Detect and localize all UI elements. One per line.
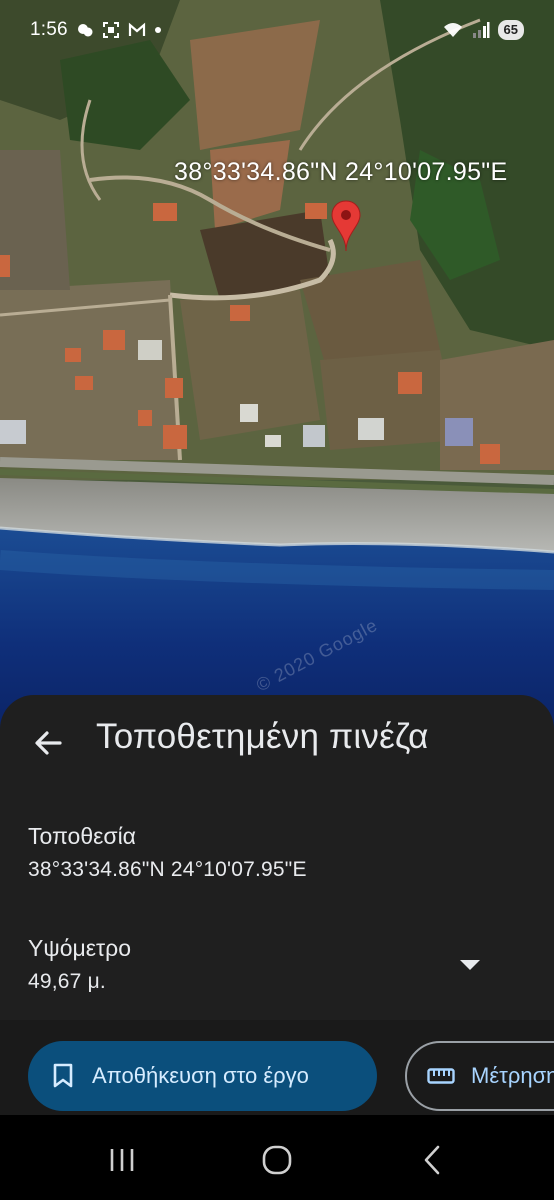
measure-button[interactable]: Μέτρηση	[405, 1041, 554, 1111]
home-icon	[262, 1145, 292, 1175]
location-value[interactable]: 38°33'34.86"N 24°10'07.95"E	[28, 858, 307, 882]
sheet-header: Τοποθετημένη πινέζα	[0, 695, 554, 795]
sheet-title: Τοποθετημένη πινέζα	[96, 717, 429, 756]
placed-pin-sheet: Τοποθετημένη πινέζα Τοποθεσία 38°33'34.8…	[0, 695, 554, 1115]
elevation-expand-button[interactable]	[452, 950, 488, 980]
gmail-icon	[128, 22, 145, 36]
arrow-back-icon	[35, 731, 62, 755]
status-time: 1:56	[30, 19, 68, 40]
elevation-value: 49,67 μ.	[28, 970, 106, 993]
dot-icon	[154, 27, 161, 33]
elevation-label: Υψόμετρο	[28, 935, 131, 961]
back-nav-icon	[424, 1145, 440, 1175]
wifi-icon	[443, 23, 462, 37]
system-navigation-bar	[0, 1115, 554, 1200]
screenshot-icon	[102, 22, 119, 38]
measure-label: Μέτρηση	[471, 1063, 554, 1088]
weather-icon	[77, 24, 93, 37]
battery-indicator: 65	[497, 20, 524, 40]
back-nav-button[interactable]	[412, 1143, 452, 1177]
save-to-project-label: Αποθήκευση στο έργο	[92, 1063, 309, 1088]
elevation-field: Υψόμετρο 49,67 μ.	[28, 935, 131, 994]
satellite-imagery	[0, 0, 554, 760]
bookmark-icon	[53, 1063, 73, 1088]
map-coordinate-label: 38°33'34.86"N 24°10'07.95"E	[174, 158, 508, 186]
satellite-map[interactable]: © 2020 Google	[0, 0, 554, 760]
status-bar: 1:56 65	[0, 0, 554, 60]
location-pin-icon[interactable]	[331, 200, 361, 252]
save-to-project-button[interactable]: Αποθήκευση στο έργο	[28, 1041, 377, 1111]
back-button[interactable]	[28, 723, 68, 763]
ruler-icon	[427, 1068, 455, 1084]
sheet-actions: Αποθήκευση στο έργο Μέτρηση	[0, 1020, 554, 1115]
caret-down-icon	[460, 960, 480, 970]
recents-icon	[110, 1149, 134, 1171]
signal-icon	[472, 22, 490, 38]
home-button[interactable]	[257, 1143, 297, 1177]
recents-button[interactable]	[102, 1143, 142, 1177]
location-label: Τοποθεσία	[28, 823, 136, 849]
location-field: Τοποθεσία 38°33'34.86"N 24°10'07.95"E	[28, 823, 307, 882]
